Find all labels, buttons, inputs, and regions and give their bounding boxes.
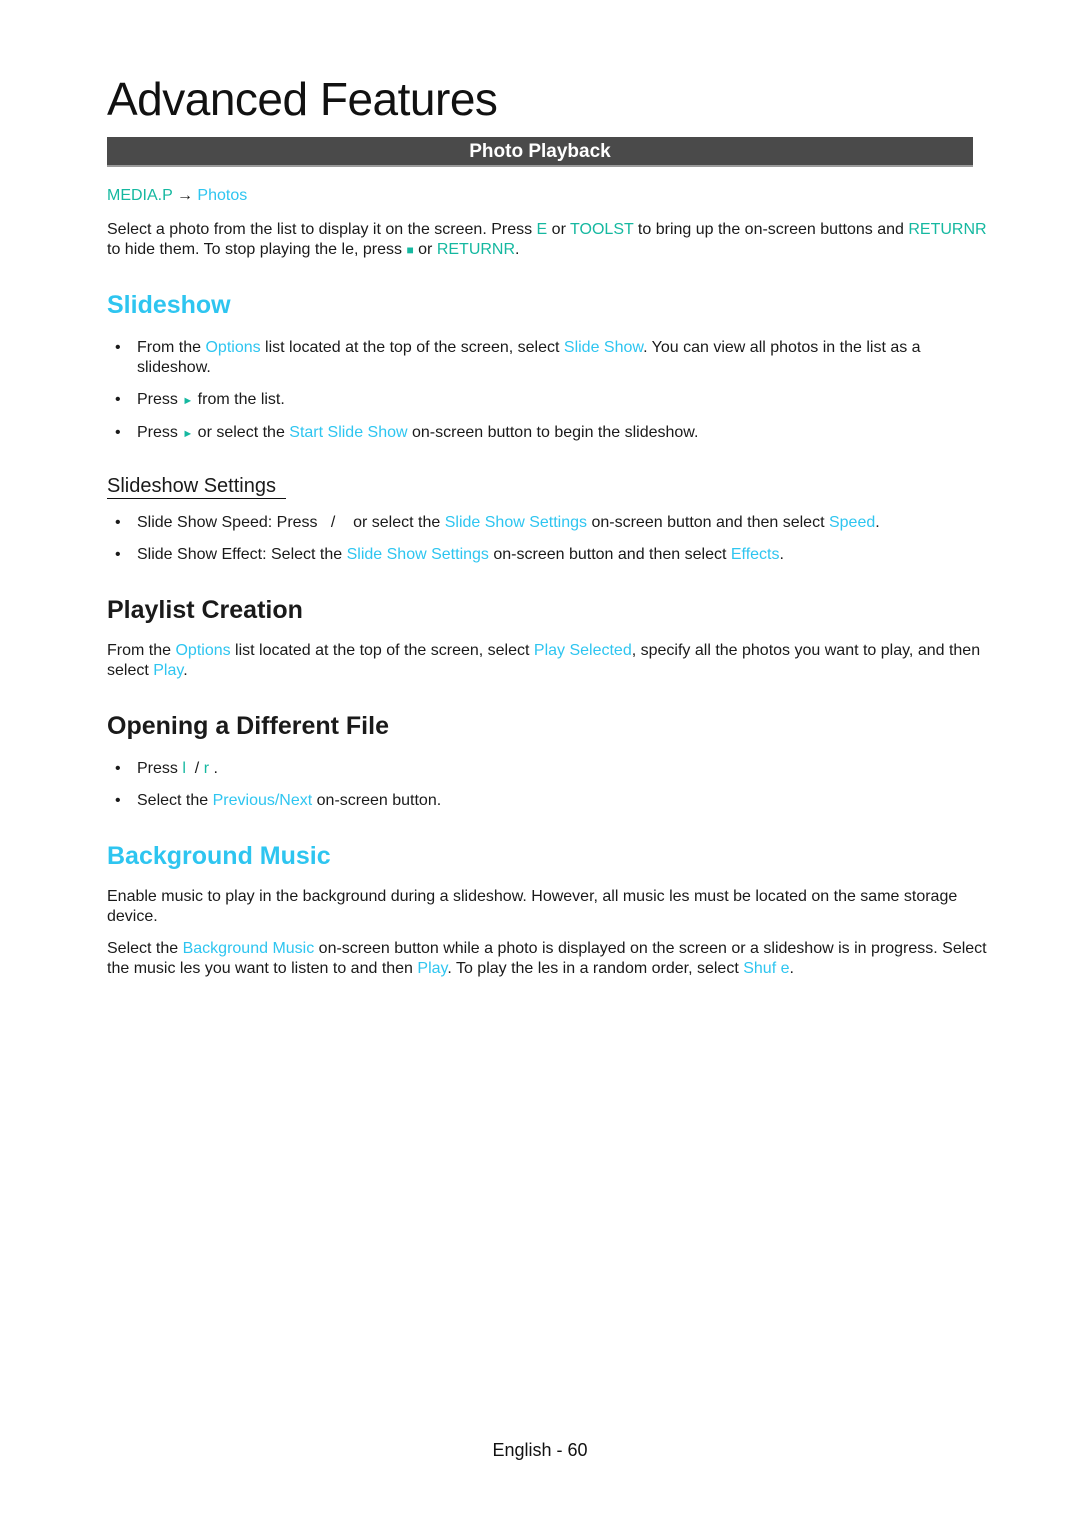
content: MEDIA.P → Photos Select a photo from the…: [107, 186, 987, 991]
breadcrumb-leaf: Photos: [197, 187, 248, 204]
menu-slide-show-settings: Slide Show Settings: [346, 546, 489, 563]
opening-list: Press l / r . Select the Previous/Next o…: [107, 759, 987, 811]
text: . To play the les in a random order, sel…: [447, 960, 744, 977]
playlist-paragraph: From the Options list located at the top…: [107, 641, 987, 681]
section-bar: Photo Playback: [107, 137, 973, 167]
menu-speed: Speed: [828, 514, 876, 531]
text: Select a photo from the list to display …: [107, 221, 537, 238]
text: on-screen button and then select: [587, 514, 829, 531]
heading-slideshow: Slideshow: [107, 291, 231, 319]
page-number: English - 60: [492, 1440, 588, 1460]
text: to bring up the on-screen buttons and: [633, 221, 909, 238]
settings-list: Slide Show Speed: Press / or select the …: [107, 513, 987, 565]
text: Press: [137, 760, 183, 777]
text: Select the: [137, 792, 213, 809]
list-item: Press l / r .: [107, 759, 987, 779]
menu-shuffle: Shuf e: [743, 960, 790, 977]
text: on-screen button and then select: [488, 546, 731, 563]
play-icon: ►: [182, 395, 194, 407]
text: Press: [137, 391, 183, 408]
text: to hide them. To stop playing the le, pr…: [107, 241, 407, 258]
intro-paragraph: Select a photo from the list to display …: [107, 220, 987, 260]
text: From the: [107, 642, 176, 659]
list-item: Select the Previous/Next on-screen butto…: [107, 791, 987, 811]
arrow-icon: →: [176, 187, 193, 204]
heading-background-music: Background Music: [107, 842, 331, 870]
text: on-screen button to begin the slideshow.: [407, 424, 699, 441]
list-item: Press ► from the list.: [107, 390, 987, 411]
text: or: [547, 221, 571, 238]
text: on-screen button.: [312, 792, 442, 809]
text: .: [183, 662, 188, 679]
menu-effects: Effects: [730, 546, 780, 563]
menu-background-music: Background Music: [182, 940, 315, 957]
music-paragraph-2: Select the Background Music on-screen bu…: [107, 939, 987, 979]
text: .: [875, 514, 880, 531]
list-item: From the Options list located at the top…: [107, 338, 987, 378]
text: Select the: [107, 940, 183, 957]
stop-icon: ■: [406, 243, 414, 257]
text: .: [789, 960, 794, 977]
text: Press: [137, 424, 183, 441]
text: list located at the top of the screen, s…: [230, 642, 534, 659]
page-title: Advanced Features: [107, 73, 498, 125]
menu-start-slide-show: Start Slide Show: [289, 424, 408, 441]
text: or select the: [193, 424, 290, 441]
text: From the: [137, 339, 206, 356]
list-item: Slide Show Speed: Press / or select the …: [107, 513, 987, 533]
text: .: [209, 760, 218, 777]
slideshow-list: From the Options list located at the top…: [107, 338, 987, 444]
breadcrumb-root: MEDIA.P: [107, 187, 173, 204]
text: list located at the top of the screen, s…: [260, 339, 564, 356]
menu-play: Play: [417, 960, 448, 977]
play-icon: ►: [182, 428, 194, 440]
menu-slide-show-settings: Slide Show Settings: [444, 514, 588, 531]
key-return: RETURNR: [436, 241, 516, 258]
text: or: [413, 241, 437, 258]
heading-opening-different-file: Opening a Different File: [107, 712, 389, 740]
music-paragraph-1: Enable music to play in the background d…: [107, 888, 958, 925]
text: .: [515, 241, 520, 258]
key-e: E: [536, 221, 548, 238]
key-tools: TOOLST: [570, 221, 634, 238]
menu-play: Play: [153, 662, 184, 679]
text: Slide Show Effect: Select the: [137, 546, 347, 563]
list-item: Press ► or select the Start Slide Show o…: [107, 423, 987, 444]
list-item: Slide Show Effect: Select the Slide Show…: [107, 545, 987, 565]
menu-previous-next: Previous/Next: [212, 792, 313, 809]
menu-options: Options: [175, 642, 231, 659]
text: /: [185, 760, 204, 777]
heading-playlist-creation: Playlist Creation: [107, 596, 303, 624]
breadcrumb: MEDIA.P → Photos: [107, 186, 987, 206]
text: .: [779, 546, 784, 563]
heading-slideshow-settings: Slideshow Settings: [107, 474, 286, 499]
key-return: RETURNR: [908, 221, 987, 238]
text: from the list.: [193, 391, 285, 408]
text: Slide Show Speed: Press / or select the: [137, 514, 445, 531]
menu-play-selected: Play Selected: [533, 642, 632, 659]
menu-slide-show: Slide Show: [563, 339, 644, 356]
menu-options: Options: [205, 339, 261, 356]
